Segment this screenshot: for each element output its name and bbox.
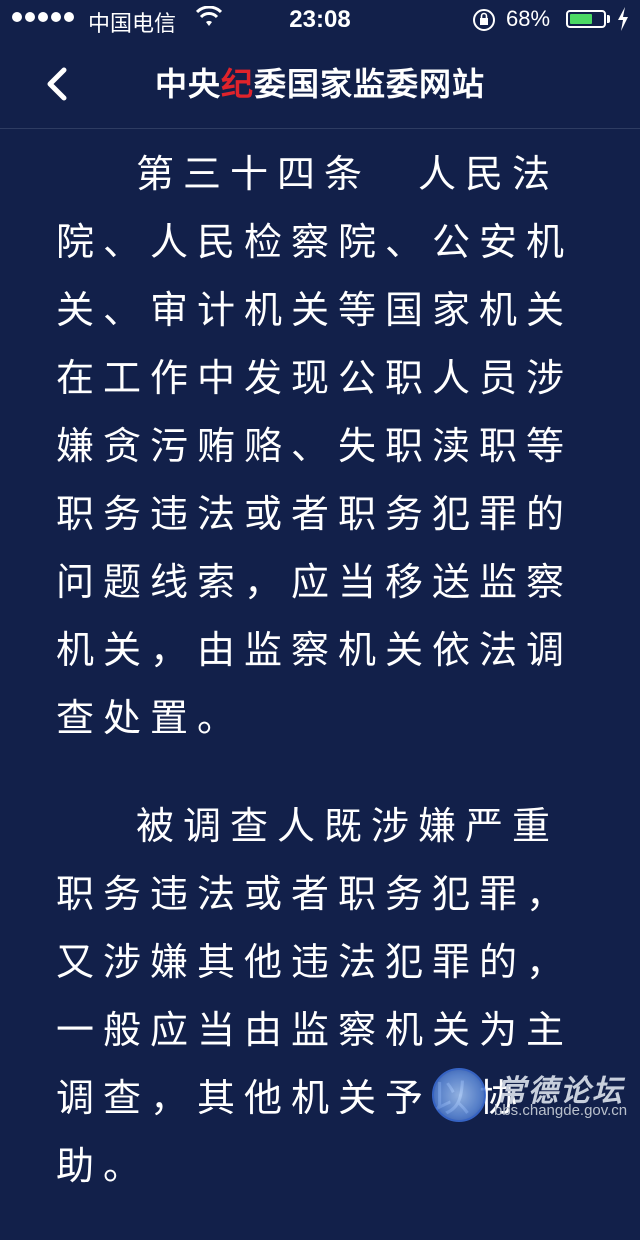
watermark-url: bbs.changde.gov.cn <box>494 1102 627 1119</box>
article-paragraph: 第三十四条 人民法院、人民检察院、公安机关、审计机关等国家机关在工作中发现公职人… <box>56 140 590 752</box>
battery-icon <box>566 10 606 28</box>
page-title: 中央纪委国家监委网站 <box>0 40 640 128</box>
chevron-left-icon <box>36 62 80 106</box>
battery-percent: 68% <box>506 6 550 32</box>
title-part-2: 委国家监委网站 <box>254 65 485 103</box>
title-part-1: 中央 <box>155 65 221 103</box>
orientation-lock-icon <box>472 8 496 32</box>
watermark: 常德论坛 bbs.changde.gov.cn <box>432 1064 628 1126</box>
title-accent-char: 纪 <box>221 65 254 103</box>
forum-logo-icon <box>432 1068 486 1122</box>
back-button[interactable] <box>36 62 80 106</box>
charging-bolt-icon <box>616 6 630 32</box>
article-paragraph: 被调查人既涉嫌严重职务违法或者职务犯罪，又涉嫌其他违法犯罪的，一般应当由监察机关… <box>56 792 590 1200</box>
battery-fill <box>570 14 592 24</box>
status-bar: 中国电信 23:08 68% <box>0 0 640 40</box>
battery-tip <box>607 15 610 23</box>
nav-bar: 中央纪委国家监委网站 <box>0 40 640 129</box>
